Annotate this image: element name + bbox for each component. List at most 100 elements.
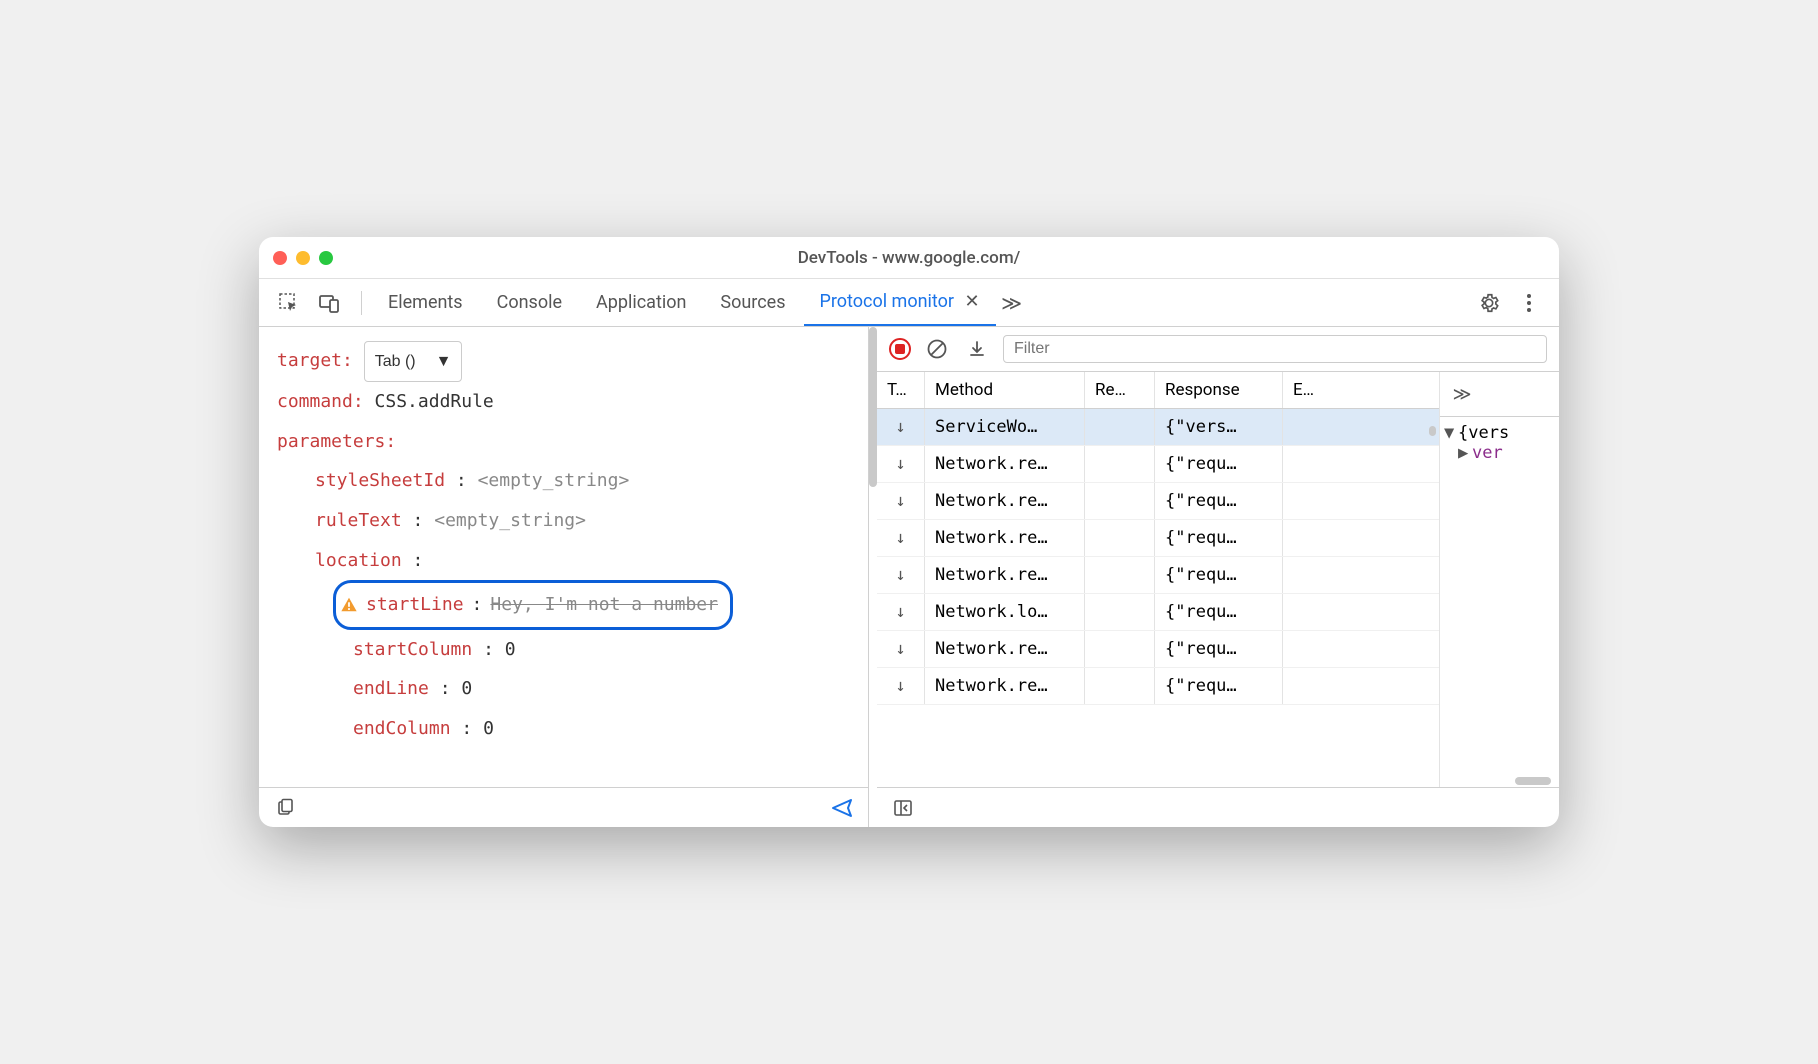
command-editor: target: Tab () ▼ command: CSS.addRule pa… xyxy=(259,327,868,787)
header-request[interactable]: Re… xyxy=(1085,372,1155,408)
param-key-ruletext: ruleText xyxy=(315,510,402,531)
table-row[interactable]: ↓Network.re…{"requ… xyxy=(877,446,1439,483)
param-value-startcolumn[interactable]: 0 xyxy=(505,639,516,660)
header-method[interactable]: Method xyxy=(925,372,1085,408)
command-value: CSS.addRule xyxy=(375,391,494,412)
header-response[interactable]: Response xyxy=(1155,372,1283,408)
cell-elapsed xyxy=(1283,668,1323,704)
error-highlight-startline[interactable]: startLine : Hey, I'm not a number xyxy=(333,580,733,630)
table-scrollbar[interactable] xyxy=(1429,426,1436,436)
target-select[interactable]: Tab () ▼ xyxy=(364,341,463,382)
param-key-startline: startLine xyxy=(366,585,464,625)
devtools-window: DevTools - www.google.com/ Elements Cons… xyxy=(259,237,1559,827)
toggle-sidebar-icon[interactable] xyxy=(889,794,917,822)
chevron-down-icon: ▼ xyxy=(436,344,452,379)
cell-elapsed xyxy=(1283,557,1323,593)
more-columns-icon[interactable]: ≫ xyxy=(1448,380,1476,408)
protocol-log-table: T… Method Re… Response E…▲ ↓ServiceWo…{"… xyxy=(877,372,1439,787)
param-value-endline[interactable]: 0 xyxy=(461,678,472,699)
detail-panel: ≫ ▼{vers ▶ver xyxy=(1439,372,1559,787)
cell-method: Network.re… xyxy=(925,631,1085,667)
record-stop-button[interactable] xyxy=(889,338,911,360)
command-label: command xyxy=(277,391,353,412)
cell-request xyxy=(1085,668,1155,704)
close-window-button[interactable] xyxy=(273,251,287,265)
device-toolbar-icon[interactable] xyxy=(315,289,343,317)
param-value-startline: Hey, I'm not a number xyxy=(490,585,718,625)
cell-response: {"vers… xyxy=(1155,409,1283,445)
zoom-window-button[interactable] xyxy=(319,251,333,265)
clear-button-icon[interactable] xyxy=(923,335,951,363)
scrollbar-horizontal[interactable] xyxy=(1448,777,1551,785)
tab-protocol-monitor[interactable]: Protocol monitor ✕ xyxy=(804,279,996,326)
scrollbar-vertical[interactable] xyxy=(869,327,877,487)
close-tab-icon[interactable]: ✕ xyxy=(964,291,979,312)
arrow-down-icon: ↓ xyxy=(877,520,925,556)
table-row[interactable]: ↓Network.re… {"requ… xyxy=(877,631,1439,668)
param-key-endline: endLine xyxy=(353,678,429,699)
target-value: Tab () xyxy=(375,344,416,379)
param-key-startcolumn: startColumn xyxy=(353,639,472,660)
protocol-log-pane: T… Method Re… Response E…▲ ↓ServiceWo…{"… xyxy=(869,327,1559,827)
titlebar: DevTools - www.google.com/ xyxy=(259,237,1559,279)
cell-method: Network.re… xyxy=(925,668,1085,704)
arrow-down-icon: ↓ xyxy=(877,631,925,667)
cell-request xyxy=(1085,446,1155,482)
cell-method: ServiceWo… xyxy=(925,409,1085,445)
more-tabs-icon[interactable]: ≫ xyxy=(998,289,1026,317)
cell-request xyxy=(1085,557,1155,593)
window-title: DevTools - www.google.com/ xyxy=(273,248,1545,268)
tab-sources[interactable]: Sources xyxy=(704,280,801,325)
table-row[interactable]: ↓Network.re…{"requ… xyxy=(877,520,1439,557)
tab-application[interactable]: Application xyxy=(580,280,702,325)
tab-protocol-monitor-label: Protocol monitor xyxy=(820,291,955,312)
kebab-menu-icon[interactable] xyxy=(1515,289,1543,317)
download-icon[interactable] xyxy=(963,335,991,363)
param-key-location: location xyxy=(315,550,402,571)
cell-response: {"requ… xyxy=(1155,668,1283,704)
command-editor-pane: target: Tab () ▼ command: CSS.addRule pa… xyxy=(259,327,869,827)
send-command-button[interactable] xyxy=(828,794,856,822)
cell-response: {"requ… xyxy=(1155,631,1283,667)
table-row[interactable]: ↓Network.lo…{"requ… xyxy=(877,594,1439,631)
header-elapsed[interactable]: E…▲ xyxy=(1283,372,1323,408)
table-row[interactable]: ↓Network.re… {"requ… xyxy=(877,668,1439,705)
tab-console[interactable]: Console xyxy=(481,280,578,325)
header-type[interactable]: T… xyxy=(877,372,925,408)
tree-root[interactable]: ▼{vers xyxy=(1444,423,1555,443)
protocol-footer xyxy=(877,787,1559,827)
cell-response: {"requ… xyxy=(1155,483,1283,519)
cell-elapsed xyxy=(1283,520,1323,556)
target-label: target xyxy=(277,350,342,371)
cell-method: Network.lo… xyxy=(925,594,1085,630)
cell-elapsed xyxy=(1283,409,1323,445)
arrow-down-icon: ↓ xyxy=(877,483,925,519)
param-value-ruletext[interactable]: <empty_string> xyxy=(434,510,586,531)
copy-icon[interactable] xyxy=(271,794,299,822)
filter-input[interactable] xyxy=(1003,335,1547,363)
cell-elapsed xyxy=(1283,631,1323,667)
protocol-toolbar xyxy=(877,327,1559,372)
table-row[interactable]: ↓Network.re…{"requ… xyxy=(877,483,1439,520)
main-content: target: Tab () ▼ command: CSS.addRule pa… xyxy=(259,327,1559,827)
separator xyxy=(361,291,362,315)
table-row[interactable]: ↓ServiceWo… {"vers… xyxy=(877,409,1439,446)
arrow-down-icon: ↓ xyxy=(877,409,925,445)
cell-response: {"requ… xyxy=(1155,557,1283,593)
tab-elements[interactable]: Elements xyxy=(372,280,479,325)
tree-prop[interactable]: ▶ver xyxy=(1444,443,1555,463)
param-value-stylesheetid[interactable]: <empty_string> xyxy=(478,470,630,491)
settings-gear-icon[interactable] xyxy=(1475,289,1503,317)
cell-elapsed xyxy=(1283,446,1323,482)
table-row[interactable]: ↓Network.re…{"requ… xyxy=(877,557,1439,594)
warning-icon xyxy=(340,596,358,614)
cell-request xyxy=(1085,520,1155,556)
minimize-window-button[interactable] xyxy=(296,251,310,265)
table-header: T… Method Re… Response E…▲ xyxy=(877,372,1439,409)
inspect-element-icon[interactable] xyxy=(275,289,303,317)
sort-ascending-icon: ▲ xyxy=(1314,380,1323,391)
param-value-endcolumn[interactable]: 0 xyxy=(483,718,494,739)
cell-method: Network.re… xyxy=(925,520,1085,556)
editor-footer xyxy=(259,787,868,827)
arrow-down-icon: ↓ xyxy=(877,668,925,704)
